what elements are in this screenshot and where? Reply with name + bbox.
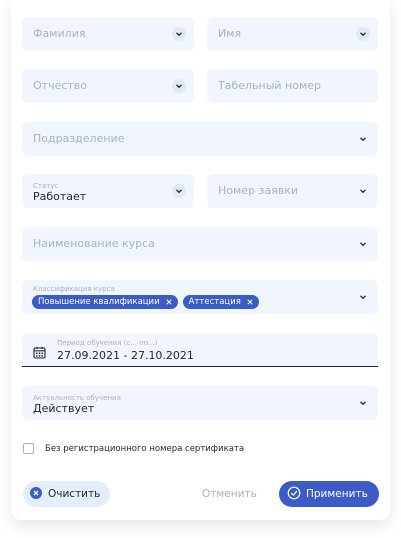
course-classification-select[interactable]: Классификация курса Повышение квалификац… [22,280,378,314]
calendar-icon[interactable] [33,344,46,359]
remove-chip-icon[interactable] [164,297,174,307]
chip-qualification: Повышение квалификации [32,295,178,309]
training-period-label: Период обучения (с... по...) [57,339,158,347]
request-number-placeholder: Номер заявки [218,184,299,197]
training-relevance-select[interactable]: Актуальность обучения Действует [22,386,378,420]
check-circle-icon [287,486,301,503]
chevron-down-icon[interactable] [356,237,370,251]
status-select[interactable]: Статус Работает [22,174,194,208]
course-name-select[interactable]: Наименование курса [22,227,378,261]
filter-panel: Фамилия Имя Отчество Табельный номер Под… [11,0,390,520]
chevron-down-icon[interactable] [356,184,370,198]
apply-button-label: Применить [306,488,368,500]
training-relevance-label: Актуальность обучения [33,394,121,402]
clear-button-label: Очистить [48,488,101,500]
department-placeholder: Подразделение [33,132,125,145]
chevron-down-icon[interactable] [172,184,186,198]
chevron-down-icon[interactable] [356,396,370,410]
chip-label: Аттестация [188,297,241,307]
no-certificate-number-checkbox[interactable] [23,443,34,454]
training-relevance-value: Действует [33,402,95,415]
selected-chips: Повышение квалификации Аттестация [32,295,259,309]
clear-icon [30,486,42,502]
training-period-value: 27.09.2021 - 27.10.2021 [57,349,194,362]
chevron-down-icon[interactable] [356,290,370,304]
apply-button[interactable]: Применить [279,481,379,507]
remove-chip-icon[interactable] [245,297,255,307]
chevron-down-icon[interactable] [172,27,186,41]
cancel-button-label: Отменить [202,488,257,500]
chevron-down-icon[interactable] [172,79,186,93]
no-certificate-number-label: Без регистрационного номера сертификата [45,444,245,454]
chevron-down-icon[interactable] [356,27,370,41]
first-name-placeholder: Имя [218,27,242,40]
cancel-button[interactable]: Отменить [202,481,257,507]
chip-label: Повышение квалификации [38,297,160,307]
course-classification-label: Классификация курса [33,285,115,293]
middle-name-placeholder: Отчество [33,79,88,92]
course-name-placeholder: Наименование курса [33,237,155,250]
department-select[interactable]: Подразделение [22,122,378,156]
first-name-select[interactable]: Имя [207,17,378,51]
chip-certification: Аттестация [182,295,259,309]
clear-button[interactable]: Очистить [23,481,110,507]
chevron-down-icon[interactable] [356,132,370,146]
last-name-placeholder: Фамилия [33,27,86,40]
personnel-number-input[interactable]: Табельный номер [207,69,378,103]
request-number-select[interactable]: Номер заявки [207,174,378,208]
last-name-select[interactable]: Фамилия [22,17,194,51]
status-value: Работает [33,190,87,203]
training-period-picker[interactable]: Период обучения (с... по...) 27.09.2021 … [22,333,378,367]
personnel-number-placeholder: Табельный номер [218,79,322,92]
status-label: Статус [33,182,59,190]
middle-name-select[interactable]: Отчество [22,69,194,103]
